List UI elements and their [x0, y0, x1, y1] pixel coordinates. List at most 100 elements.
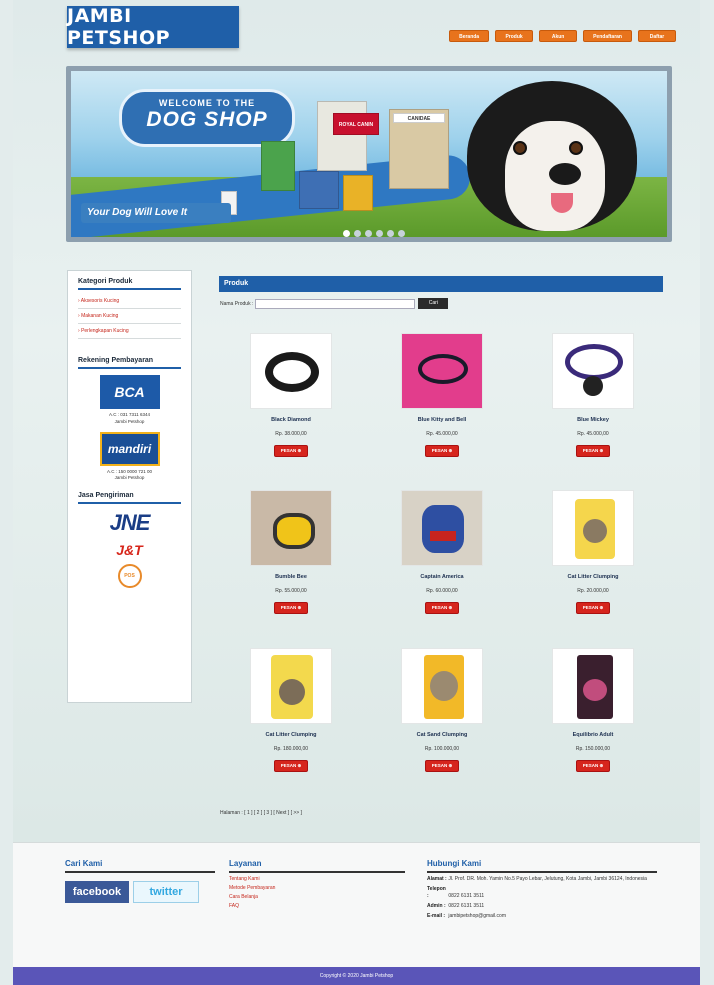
- category-link[interactable]: › Perlengkapan Kucing: [78, 324, 181, 339]
- nav-signup[interactable]: Daftar: [638, 30, 676, 42]
- order-label: PESAN: [582, 605, 599, 610]
- order-button[interactable]: PESAN ⊕: [424, 445, 460, 457]
- site-logo[interactable]: JAMBI PETSHOP: [67, 5, 239, 49]
- product-card: Blue Mickey Rp. 45.000,00 PESAN ⊕: [538, 333, 648, 457]
- banner-dot[interactable]: [398, 230, 405, 237]
- order-button[interactable]: PESAN ⊕: [575, 445, 611, 457]
- bank-mandiri: mandiri A.C : 150 0000 721 00 Jambi Petsh…: [78, 431, 181, 483]
- top-navigation: Beranda Produk Akun Pendaftaran Daftar: [449, 30, 676, 42]
- order-button[interactable]: PESAN ⊕: [273, 445, 309, 457]
- order-label: PESAN: [582, 448, 599, 453]
- product-image[interactable]: [250, 648, 332, 724]
- product-price: Rp. 45.000,00: [577, 431, 609, 437]
- jnt-logo: J&T: [116, 542, 143, 558]
- banner-shop-text: DOG SHOP: [146, 108, 268, 131]
- product-image[interactable]: [250, 333, 332, 409]
- banner-welcome-text: WELCOME TO THE: [158, 98, 256, 108]
- order-label: PESAN: [431, 763, 448, 768]
- product-image[interactable]: [250, 490, 332, 566]
- product-card: Cat Litter Clumping Rp. 180.000,00 PESAN…: [236, 648, 346, 772]
- banner-dot[interactable]: [376, 230, 383, 237]
- nav-account[interactable]: Akun: [539, 30, 578, 42]
- search-input[interactable]: [255, 298, 416, 309]
- product-name[interactable]: Equilibrio Adult: [538, 732, 648, 738]
- order-button[interactable]: PESAN ⊕: [273, 602, 309, 614]
- contact-email: E-mail : jambipetshop@gmail.com: [427, 913, 506, 919]
- product-name[interactable]: Cat Litter Clumping: [236, 732, 346, 738]
- footer-link-payment[interactable]: Metode Pembayaran: [229, 885, 405, 891]
- banner-dot[interactable]: [365, 230, 372, 237]
- nav-register[interactable]: Pendaftaran: [583, 30, 632, 42]
- order-button[interactable]: PESAN ⊕: [575, 602, 611, 614]
- product-price: Rp. 20.000,00: [577, 588, 609, 594]
- jne-logo: JNE: [109, 510, 151, 535]
- product-price: Rp. 180.000,00: [273, 746, 309, 752]
- product-card: Equilibrio Adult Rp. 150.000,00 PESAN ⊕: [538, 648, 648, 772]
- category-label: Aksesoris Kucing: [80, 298, 120, 304]
- footer-contact-title: Hubungi Kami: [427, 859, 657, 873]
- product-price: Rp. 60.000,00: [426, 588, 458, 594]
- product-name[interactable]: Blue Mickey: [538, 417, 648, 423]
- category-link[interactable]: › Aksesoris Kucing: [78, 294, 181, 309]
- product-card: Captain America Rp. 60.000,00 PESAN ⊕: [387, 490, 497, 614]
- courier-jnt: J&T: [78, 542, 181, 558]
- product-bag-icon: [317, 101, 367, 171]
- product-image[interactable]: [552, 490, 634, 566]
- bca-logo: BCA: [99, 375, 160, 409]
- search-button[interactable]: Cari: [418, 298, 449, 309]
- product-bag-icon: CANIDAE: [393, 113, 445, 123]
- product-image[interactable]: [401, 333, 483, 409]
- bank-account: A.C : 150 0000 721 00: [106, 468, 153, 474]
- order-button[interactable]: PESAN ⊕: [575, 760, 611, 772]
- product-name[interactable]: Bumble Bee: [236, 574, 346, 580]
- product-image[interactable]: [552, 648, 634, 724]
- order-button[interactable]: PESAN ⊕: [424, 760, 460, 772]
- courier-pos: POS: [78, 564, 181, 588]
- product-name[interactable]: Cat Litter Clumping: [538, 574, 648, 580]
- product-bag-icon: [343, 175, 373, 211]
- contact-phone: Telepon : 0822 6131 3511: [427, 886, 485, 899]
- facebook-icon[interactable]: facebook: [65, 881, 129, 903]
- hero-banner[interactable]: WELCOME TO THE DOG SHOP ROYAL CANIN CANI…: [66, 66, 672, 242]
- footer-social: Cari Kami facebook twitter: [65, 859, 215, 903]
- category-link[interactable]: › Makanan Kucing: [78, 309, 181, 324]
- bank-account: A.C : 031 7311 6344: [109, 412, 150, 417]
- footer-link-faq[interactable]: FAQ: [229, 903, 405, 909]
- product-name[interactable]: Blue Kitty and Bell: [387, 417, 497, 423]
- courier-jne: JNE: [78, 510, 181, 536]
- nav-home[interactable]: Beranda: [449, 30, 490, 42]
- copyright-bar: Copyright © 2020 Jambi Petshop: [13, 967, 700, 985]
- banner-bone-sign: WELCOME TO THE DOG SHOP: [119, 89, 295, 147]
- category-label: Perlengkapan Kucing: [81, 328, 129, 334]
- bank-title: Rekening Pembayaran: [78, 357, 181, 369]
- order-button[interactable]: PESAN ⊕: [273, 760, 309, 772]
- banner-dot[interactable]: [343, 230, 350, 237]
- product-image[interactable]: [401, 490, 483, 566]
- product-bag-icon: ROYAL CANIN: [333, 113, 379, 135]
- twitter-icon[interactable]: twitter: [133, 881, 199, 903]
- product-name[interactable]: Cat Sand Clumping: [387, 732, 497, 738]
- product-name[interactable]: Black Diamond: [236, 417, 346, 423]
- footer-link-howto[interactable]: Cara Belanja: [229, 894, 405, 900]
- order-label: PESAN: [280, 448, 297, 453]
- pagination[interactable]: Halaman : [ 1 ] [ 2 ] [ 3 ] [ Next ] [ >…: [220, 810, 302, 816]
- search-label: Nama Produk :: [220, 300, 254, 307]
- category-title: Kategori Produk: [78, 278, 181, 290]
- product-card: Bumble Bee Rp. 55.000,00 PESAN ⊕: [236, 490, 346, 614]
- order-label: PESAN: [582, 763, 599, 768]
- product-bag-icon: [261, 141, 295, 191]
- banner-image: WELCOME TO THE DOG SHOP ROYAL CANIN CANI…: [71, 71, 667, 237]
- order-button[interactable]: PESAN ⊕: [424, 602, 460, 614]
- product-name[interactable]: Captain America: [387, 574, 497, 580]
- banner-dot[interactable]: [387, 230, 394, 237]
- bank-owner: Jambi Petshop: [114, 475, 145, 481]
- product-image[interactable]: [552, 333, 634, 409]
- footer-link-about[interactable]: Tentang Kami: [229, 876, 405, 882]
- bank-owner: Jambi Petshop: [114, 418, 145, 424]
- products-heading: Produk: [219, 276, 663, 292]
- banner-dot[interactable]: [354, 230, 361, 237]
- nav-products[interactable]: Produk: [495, 30, 534, 42]
- banner-pagination: [343, 230, 405, 237]
- product-card: Cat Litter Clumping Rp. 20.000,00 PESAN …: [538, 490, 648, 614]
- product-image[interactable]: [401, 648, 483, 724]
